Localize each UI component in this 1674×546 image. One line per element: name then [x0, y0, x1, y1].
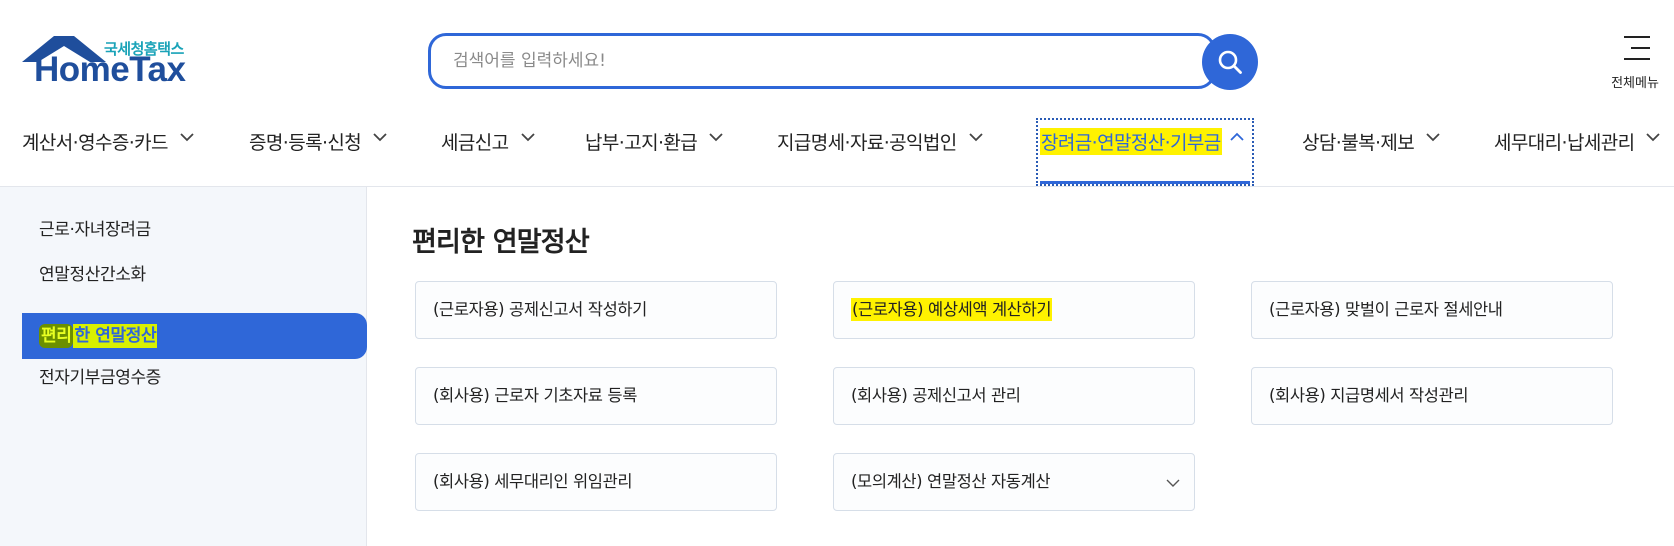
gnb-item-label: 증명·등록·신청: [249, 132, 362, 154]
gnb-item-label: 장려금·연말정산·기부금: [1040, 128, 1222, 155]
search-input[interactable]: [453, 36, 1173, 86]
lnb-item-label: 전자기부금영수증: [39, 368, 161, 388]
card-label: (회사용) 공제신고서 관리: [851, 386, 1021, 405]
header: 국세청홈택스 HomeTax 전체메뉴: [0, 0, 1674, 100]
side-menu: 근로·자녀장려금 연말정산간소화 편리 한 연말정산 전자기부금영수증: [0, 187, 367, 546]
lnb-item-label: 근로·자녀장려금: [39, 220, 151, 240]
card-label: (근로자용) 공제신고서 작성하기: [433, 300, 647, 319]
lnb-item-label: 한 연말정산: [73, 324, 158, 348]
chevron-down-icon: [1426, 133, 1440, 142]
chevron-down-icon: [969, 133, 983, 142]
search-icon: [1218, 50, 1242, 74]
all-menu-label: 전체메뉴: [1611, 76, 1659, 91]
gnb-item-label: 상담·불복·제보: [1302, 132, 1415, 154]
search-box: [428, 33, 1216, 89]
logo-brand: HomeTax: [34, 50, 186, 89]
page-title: 편리한 연말정산: [412, 227, 590, 258]
lnb-item-convenient-year-end[interactable]: 편리 한 연말정산: [22, 313, 367, 359]
card-mock-auto-calculation[interactable]: (모의계산) 연말정산 자동계산: [833, 453, 1195, 511]
hometax-page: 국세청홈택스 HomeTax 전체메뉴 계산서·영수증·카드: [0, 0, 1674, 546]
gnb-item-payment-statement[interactable]: 지급명세·자료·공익법인: [777, 118, 983, 182]
chevron-down-icon: [373, 133, 387, 142]
active-tab-indicator: [1040, 181, 1250, 184]
card-label: (모의계산) 연말정산 자동계산: [851, 472, 1051, 491]
gnb-item-label: 지급명세·자료·공익법인: [777, 132, 957, 154]
gnb-item-certificate[interactable]: 증명·등록·신청: [249, 118, 387, 182]
gnb-item-label: 세무대리·납세관리: [1494, 132, 1635, 154]
card-company-tax-agent-delegation[interactable]: (회사용) 세무대리인 위임관리: [415, 453, 777, 511]
gnb-item-label: 계산서·영수증·카드: [22, 132, 169, 154]
global-nav: 계산서·영수증·카드 증명·등록·신청 세금신고 납부·고지·환급 지급명세·자…: [0, 118, 1674, 188]
gnb-item-tax-agent[interactable]: 세무대리·납세관리: [1494, 118, 1661, 182]
lnb-item-incentive[interactable]: 근로·자녀장려금: [22, 207, 367, 253]
card-dual-income-tax-guide[interactable]: (근로자용) 맞벌이 근로자 절세안내: [1251, 281, 1613, 339]
card-employee-deduction-form[interactable]: (근로자용) 공제신고서 작성하기: [415, 281, 777, 339]
chevron-down-icon: [1646, 133, 1661, 142]
chevron-up-icon: [1230, 132, 1244, 141]
card-label: (회사용) 세무대리인 위임관리: [433, 472, 633, 491]
gnb-item-incentive-year-end[interactable]: 장려금·연말정산·기부금: [1036, 118, 1254, 186]
lnb-item-label: 연말정산간소화: [39, 265, 146, 285]
gnb-item-invoice[interactable]: 계산서·영수증·카드: [22, 118, 194, 182]
card-label: (회사용) 지급명세서 작성관리: [1269, 386, 1469, 405]
chevron-down-icon: [709, 133, 723, 142]
card-label: (근로자용) 예상세액 계산하기: [851, 298, 1053, 321]
gnb-item-label: 세금신고: [441, 132, 509, 154]
lnb-item-donation-receipt[interactable]: 전자기부금영수증: [22, 355, 367, 401]
chevron-down-icon: [520, 133, 535, 142]
card-company-deduction-management[interactable]: (회사용) 공제신고서 관리: [833, 367, 1195, 425]
search-button[interactable]: [1202, 34, 1258, 90]
card-employee-estimated-tax[interactable]: (근로자용) 예상세액 계산하기: [833, 281, 1195, 339]
lnb-item-label-highlight: 편리: [39, 324, 74, 348]
hometax-logo[interactable]: 국세청홈택스 HomeTax: [22, 34, 202, 90]
lnb-item-simplified[interactable]: 연말정산간소화: [22, 252, 367, 298]
gnb-item-payment[interactable]: 납부·고지·환급: [585, 118, 723, 182]
chevron-down-icon: [1166, 479, 1180, 487]
card-label: (근로자용) 맞벌이 근로자 절세안내: [1269, 300, 1503, 319]
gnb-item-consulting[interactable]: 상담·불복·제보: [1302, 118, 1440, 182]
card-label: (회사용) 근로자 기초자료 등록: [433, 386, 637, 405]
gnb-item-tax-return[interactable]: 세금신고: [441, 118, 535, 182]
card-company-payment-statement[interactable]: (회사용) 지급명세서 작성관리: [1251, 367, 1613, 425]
gnb-item-label: 납부·고지·환급: [585, 132, 698, 154]
chevron-down-icon: [180, 133, 194, 142]
card-company-employee-basic-data[interactable]: (회사용) 근로자 기초자료 등록: [415, 367, 777, 425]
hamburger-icon: [1624, 36, 1650, 60]
all-menu-button[interactable]: 전체메뉴: [1600, 30, 1674, 92]
